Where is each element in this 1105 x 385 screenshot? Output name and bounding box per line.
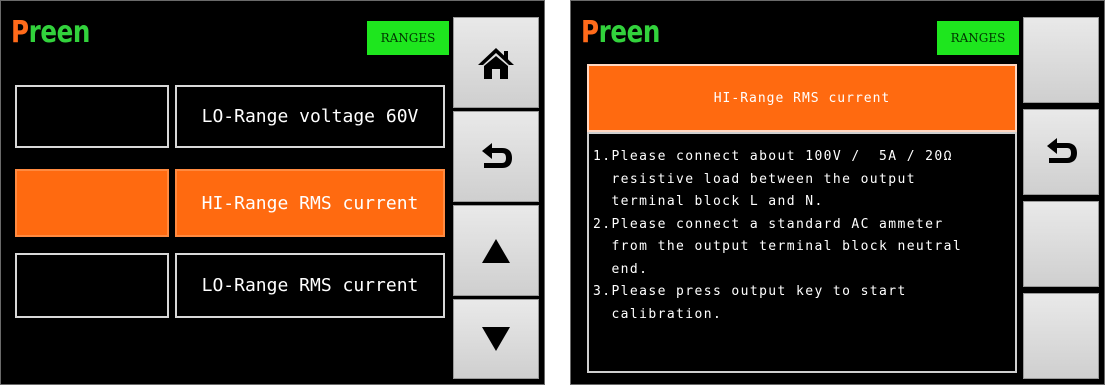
triangle-up-icon bbox=[482, 238, 510, 263]
instruction-line: terminal block L and N. bbox=[593, 194, 824, 209]
calibration-title: HI-Range RMS current bbox=[587, 64, 1017, 132]
ranges-badge: RANGES bbox=[367, 21, 449, 55]
screen-ranges-list: Preen RANGES LO-Range voltage 60V HI-Ran… bbox=[0, 0, 545, 385]
instruction-line: resistive load between the output bbox=[593, 171, 916, 187]
instruction-line: 3.Please press output key to start bbox=[593, 284, 907, 299]
instruction-line: end. bbox=[593, 261, 649, 277]
back-button[interactable] bbox=[453, 111, 539, 202]
blank-button-3[interactable] bbox=[1023, 201, 1099, 287]
back-arrow-icon bbox=[482, 142, 512, 168]
back-button[interactable] bbox=[1023, 109, 1099, 195]
home-button[interactable] bbox=[453, 17, 539, 108]
preen-logo: Preen bbox=[11, 15, 91, 50]
scroll-up-button[interactable] bbox=[453, 205, 539, 296]
back-arrow-icon bbox=[1047, 138, 1077, 163]
scroll-down-button[interactable] bbox=[453, 299, 539, 379]
preen-logo: Preen bbox=[581, 15, 661, 50]
blank-button-4[interactable] bbox=[1023, 293, 1099, 379]
instruction-line: calibration. bbox=[593, 306, 723, 322]
instruction-line: 2.Please connect a standard AC ammeter bbox=[593, 216, 944, 232]
row-indicator[interactable] bbox=[15, 253, 169, 318]
row-indicator-selected[interactable] bbox=[15, 169, 169, 237]
instructions-panel: 1.Please connect about 100V / 5A / 20Ω r… bbox=[587, 132, 1017, 373]
home-icon bbox=[478, 47, 514, 79]
range-item-lo-rms-current[interactable]: LO-Range RMS current bbox=[175, 253, 445, 318]
row-indicator[interactable] bbox=[15, 85, 169, 148]
triangle-down-icon bbox=[482, 327, 510, 351]
ranges-badge: RANGES bbox=[937, 21, 1019, 55]
instruction-line: from the output terminal block neutral bbox=[593, 239, 963, 254]
screen-calibration-instructions: Preen RANGES HI-Range RMS current 1.Plea… bbox=[570, 0, 1105, 385]
instruction-line: 1.Please connect about 100V / 5A / 20Ω bbox=[593, 149, 953, 164]
range-item-lo-voltage[interactable]: LO-Range voltage 60V bbox=[175, 85, 445, 148]
range-item-hi-rms-current[interactable]: HI-Range RMS current bbox=[175, 169, 445, 237]
blank-button-1[interactable] bbox=[1023, 17, 1099, 103]
